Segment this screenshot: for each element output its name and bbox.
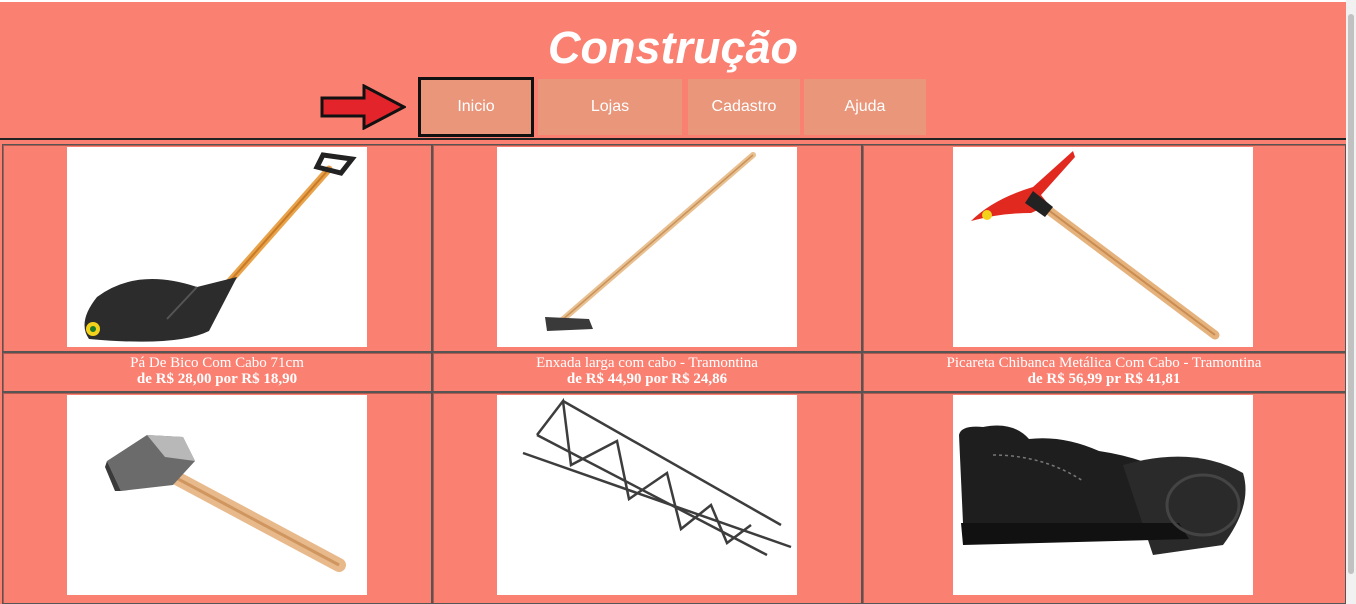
product-name[interactable]: Enxada larga com cabo - Tramontina — [536, 355, 758, 371]
product-image-cell — [432, 392, 862, 604]
product-caption-cell: Picareta Chibanca Metálica Com Cabo - Tr… — [862, 352, 1346, 392]
nav-item-ajuda[interactable]: Ajuda — [804, 79, 926, 135]
product-caption: Enxada larga com cabo - Tramontina de R$… — [433, 353, 861, 387]
nav-item-inicio[interactable]: Inicio — [418, 77, 534, 137]
product-caption-cell: Enxada larga com cabo - Tramontina de R$… — [432, 352, 862, 392]
product-caption: Pá De Bico Com Cabo 71cm de R$ 28,00 por… — [3, 353, 431, 387]
product-image-cell — [2, 144, 432, 352]
scrollbar-thumb[interactable] — [1348, 14, 1354, 574]
page-title: Construção — [547, 22, 799, 73]
pickaxe-image[interactable] — [953, 147, 1253, 347]
product-caption-cell: Pá De Bico Com Cabo 71cm de R$ 28,00 por… — [2, 352, 432, 392]
nav-item-lojas[interactable]: Lojas — [538, 79, 682, 135]
sledgehammer-image[interactable] — [67, 395, 367, 595]
site-header: Construção Inicio Lojas Cadastro Ajuda — [0, 2, 1346, 138]
product-name[interactable]: Picareta Chibanca Metálica Com Cabo - Tr… — [947, 355, 1262, 371]
product-image-cell — [862, 392, 1346, 604]
rebar-truss-image[interactable] — [497, 395, 797, 595]
nav-item-label: Cadastro — [711, 98, 777, 115]
product-grid: Pá De Bico Com Cabo 71cm de R$ 28,00 por… — [2, 144, 1346, 604]
product-image-cell — [862, 144, 1346, 352]
nav-item-label: Ajuda — [844, 98, 886, 115]
header-divider — [0, 138, 1346, 140]
product-price: de R$ 28,00 por R$ 18,90 — [136, 371, 298, 387]
nav-item-label: Lojas — [590, 98, 630, 115]
shovel-image[interactable] — [67, 147, 367, 347]
product-name[interactable]: Pá De Bico Com Cabo 71cm — [130, 355, 304, 371]
product-caption: Picareta Chibanca Metálica Com Cabo - Tr… — [863, 353, 1345, 387]
work-boot-image[interactable] — [953, 395, 1253, 595]
product-price: de R$ 44,90 por R$ 24,86 — [566, 371, 728, 387]
product-price: de R$ 56,99 pr R$ 41,81 — [1027, 371, 1181, 387]
nav-item-label: Inicio — [457, 98, 495, 115]
product-image-cell — [432, 144, 862, 352]
product-image-cell — [2, 392, 432, 604]
arrow-pointer-icon — [320, 84, 406, 130]
vertical-scrollbar[interactable] — [1346, 0, 1356, 604]
hoe-image[interactable] — [497, 147, 797, 347]
nav-item-cadastro[interactable]: Cadastro — [688, 79, 800, 135]
